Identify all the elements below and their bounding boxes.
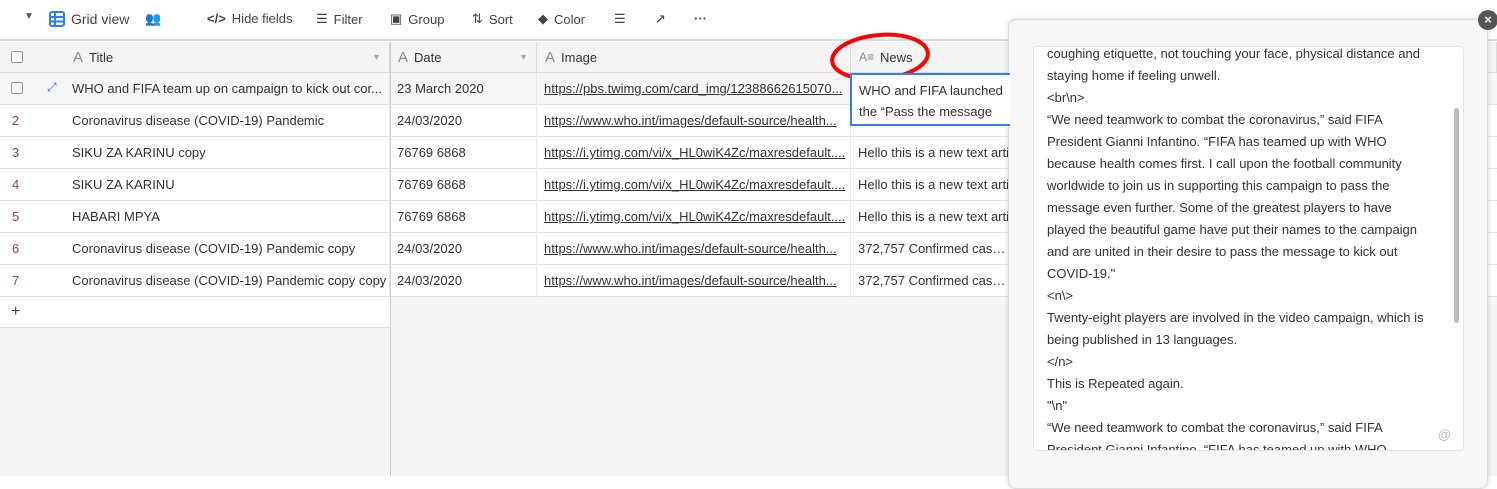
news-text-line: <n\> xyxy=(1047,288,1074,303)
mention-icon[interactable]: @ xyxy=(1438,427,1451,442)
news-text-line: "\n" xyxy=(1047,398,1068,413)
news-text-line: “We need teamwork to combat the coronavi… xyxy=(1047,420,1383,435)
news-text-line: played the beautiful game have put their… xyxy=(1047,222,1418,237)
news-text-line: “We need teamwork to combat the coronavi… xyxy=(1047,112,1383,127)
news-text-line: worldwide to join us in supporting this … xyxy=(1047,178,1390,193)
news-line-2: the “Pass the message t... xyxy=(859,104,992,119)
news-text-line: coughing etiquette, not touching your fa… xyxy=(1047,46,1420,61)
news-text-line: Twenty-eight players are involved in the… xyxy=(1047,310,1424,325)
news-text-line: This is Repeated again. xyxy=(1047,376,1184,391)
news-text-line: </n> xyxy=(1047,354,1074,369)
news-text-line: President Gianni Infantino. “FIFA has te… xyxy=(1047,134,1387,149)
news-text-line: because health comes first. I call upon … xyxy=(1047,156,1402,171)
news-text-line: and are united in their desire to pass t… xyxy=(1047,244,1398,259)
expanded-cell-popup: coughing etiquette, not touching your fa… xyxy=(1008,19,1488,489)
news-long-text-editor[interactable]: coughing etiquette, not touching your fa… xyxy=(1033,46,1464,451)
news-text-line: COVID-19." xyxy=(1047,266,1116,281)
news-text-line: being published in 13 languages. xyxy=(1047,332,1238,347)
close-popup-button[interactable]: × xyxy=(1478,10,1497,30)
news-text-line: President Gianni Infantino. “FIFA has te… xyxy=(1047,442,1387,451)
news-text-line: <br\n> xyxy=(1047,90,1085,105)
cell-news-selected[interactable]: WHO and FIFA launched the “Pass the messa… xyxy=(850,73,1010,126)
news-text-line: staying home if feeling unwell. xyxy=(1047,68,1221,83)
news-text-line: message even further. Some of the greate… xyxy=(1047,200,1392,215)
news-line-1: WHO and FIFA launched xyxy=(859,83,1003,98)
scrollbar[interactable] xyxy=(1454,108,1459,323)
